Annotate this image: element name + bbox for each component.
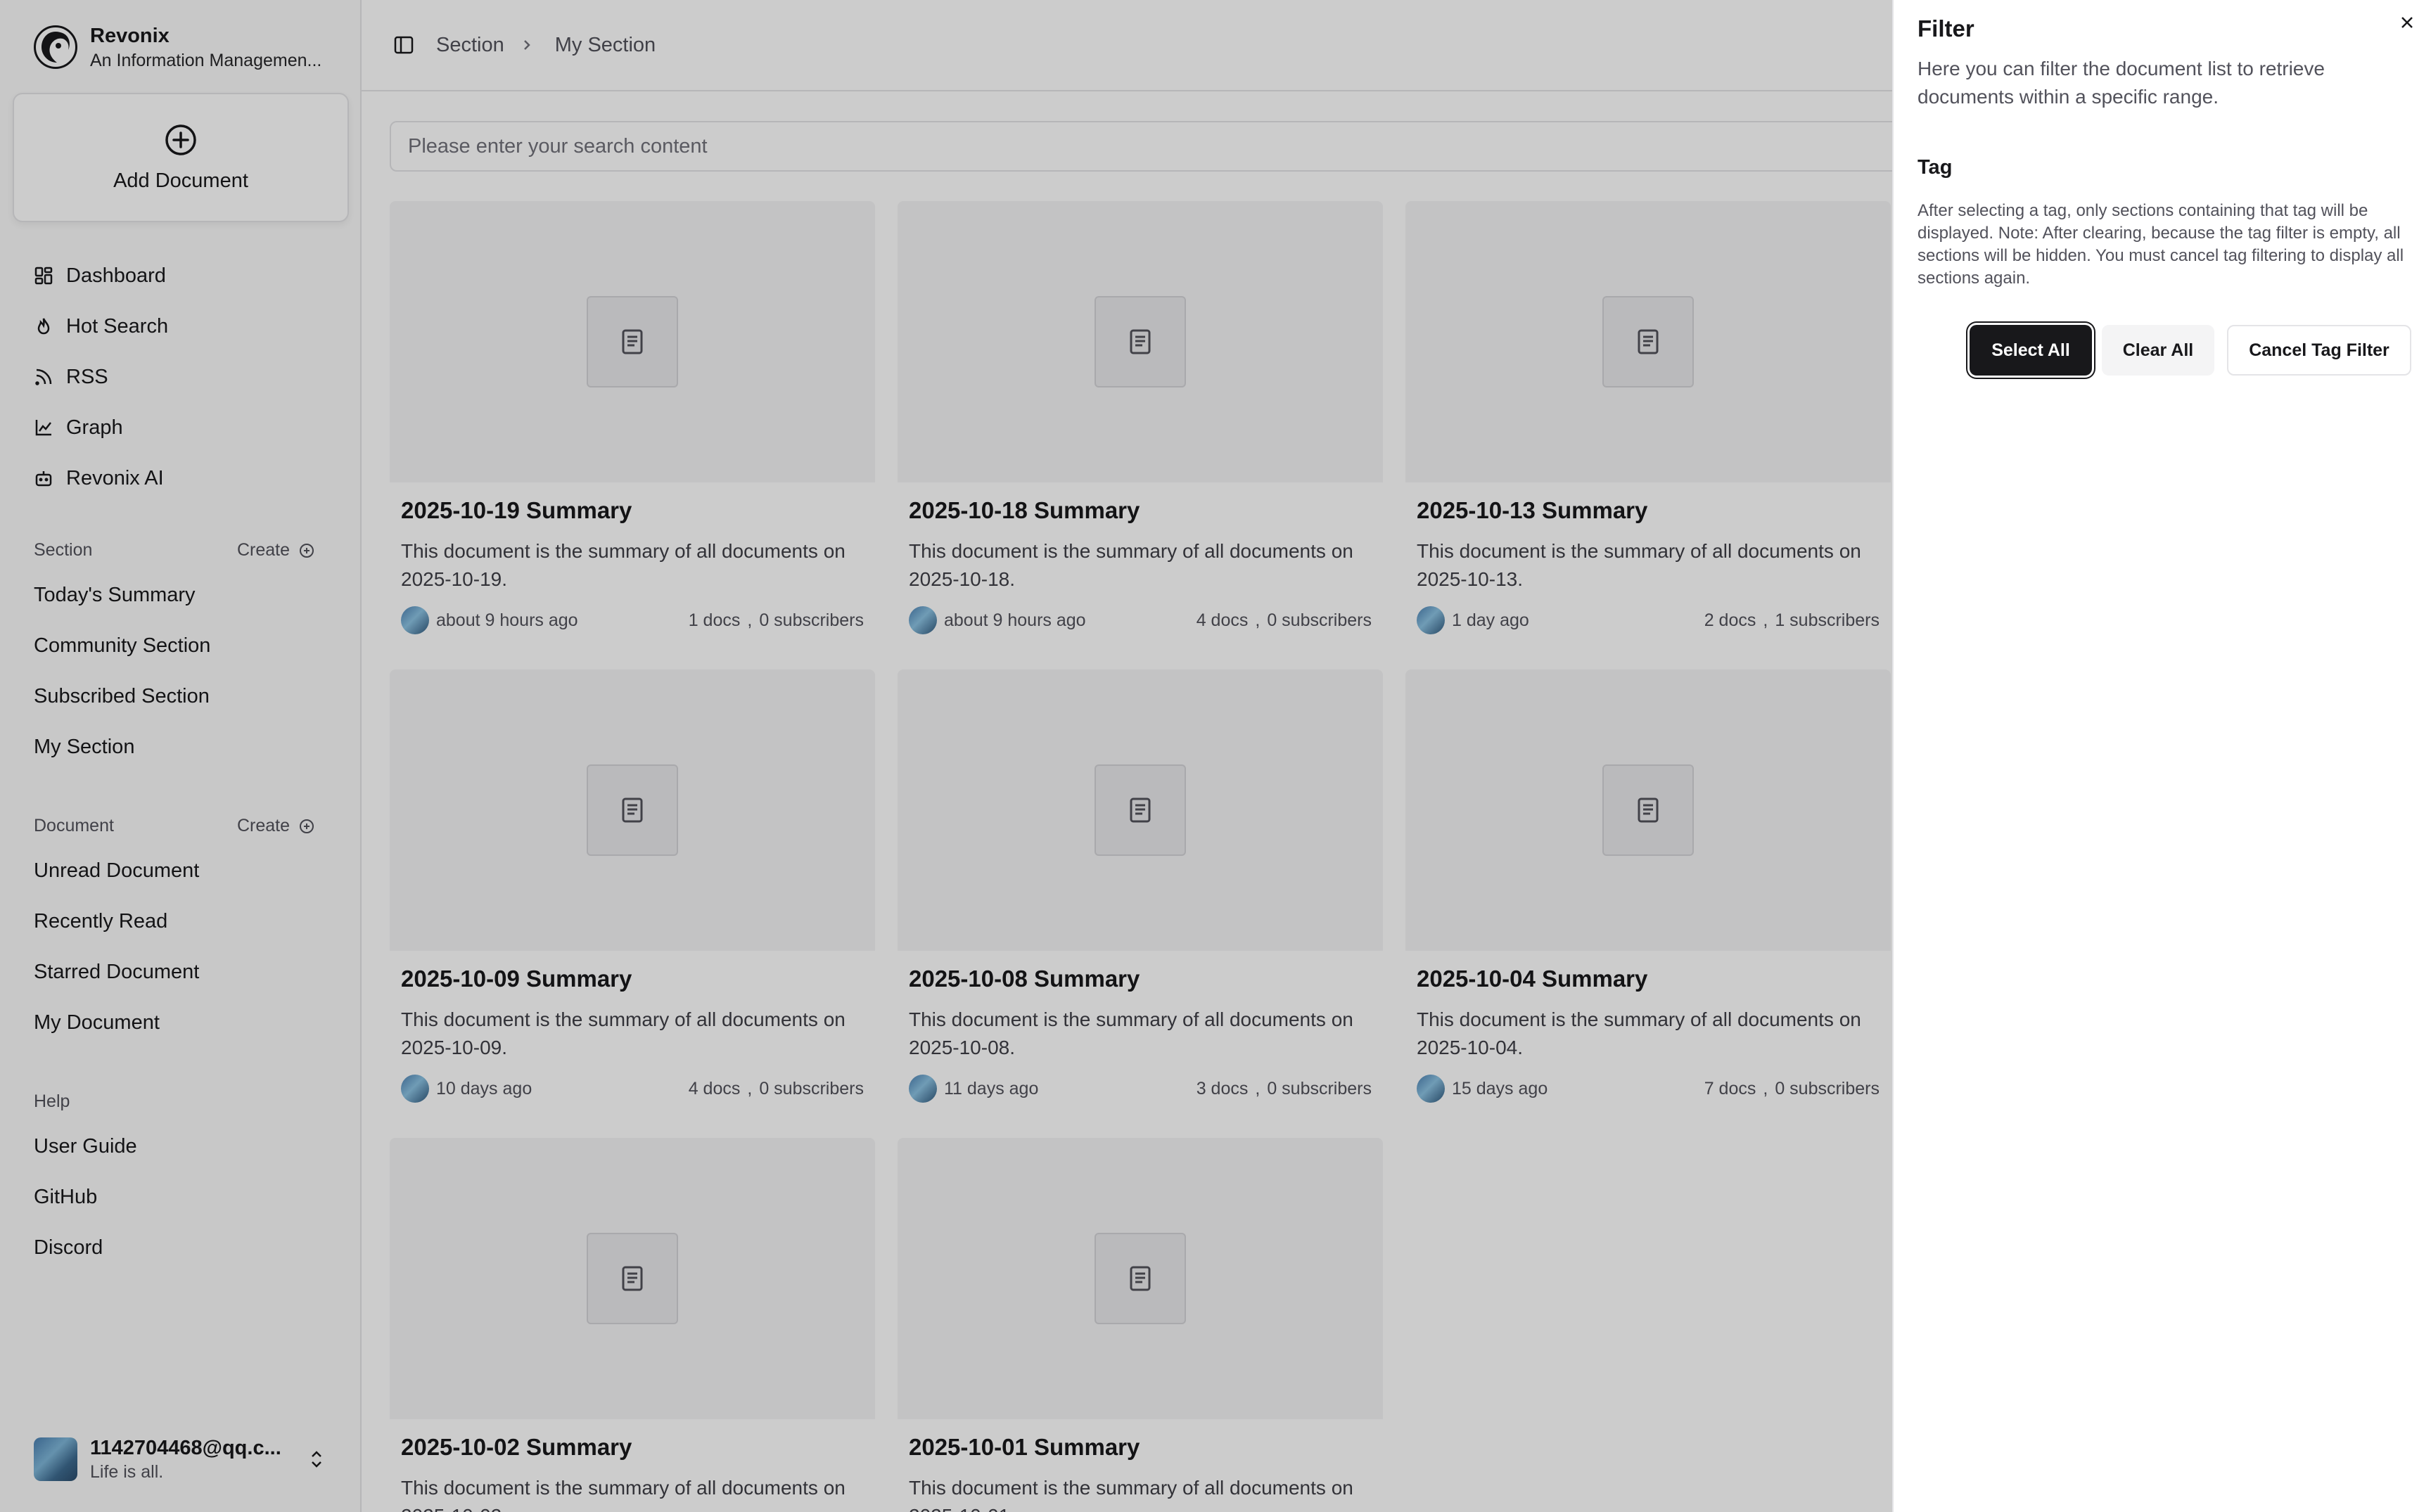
filter-description: Here you can filter the document list to… [1918,58,2325,108]
filter-title: Filter [1918,15,1974,41]
select-all-button[interactable]: Select All [1970,325,2092,376]
close-icon[interactable] [2397,13,2417,32]
modal-overlay[interactable] [0,0,1892,1512]
tag-heading: Tag [1918,156,1953,179]
filter-panel: Filter Here you can filter the document … [1892,0,2431,1512]
cancel-tag-filter-button[interactable]: Cancel Tag Filter [2227,325,2411,376]
tag-description: After selecting a tag, only sections con… [1918,201,2404,288]
clear-all-button[interactable]: Clear All [2102,325,2214,376]
